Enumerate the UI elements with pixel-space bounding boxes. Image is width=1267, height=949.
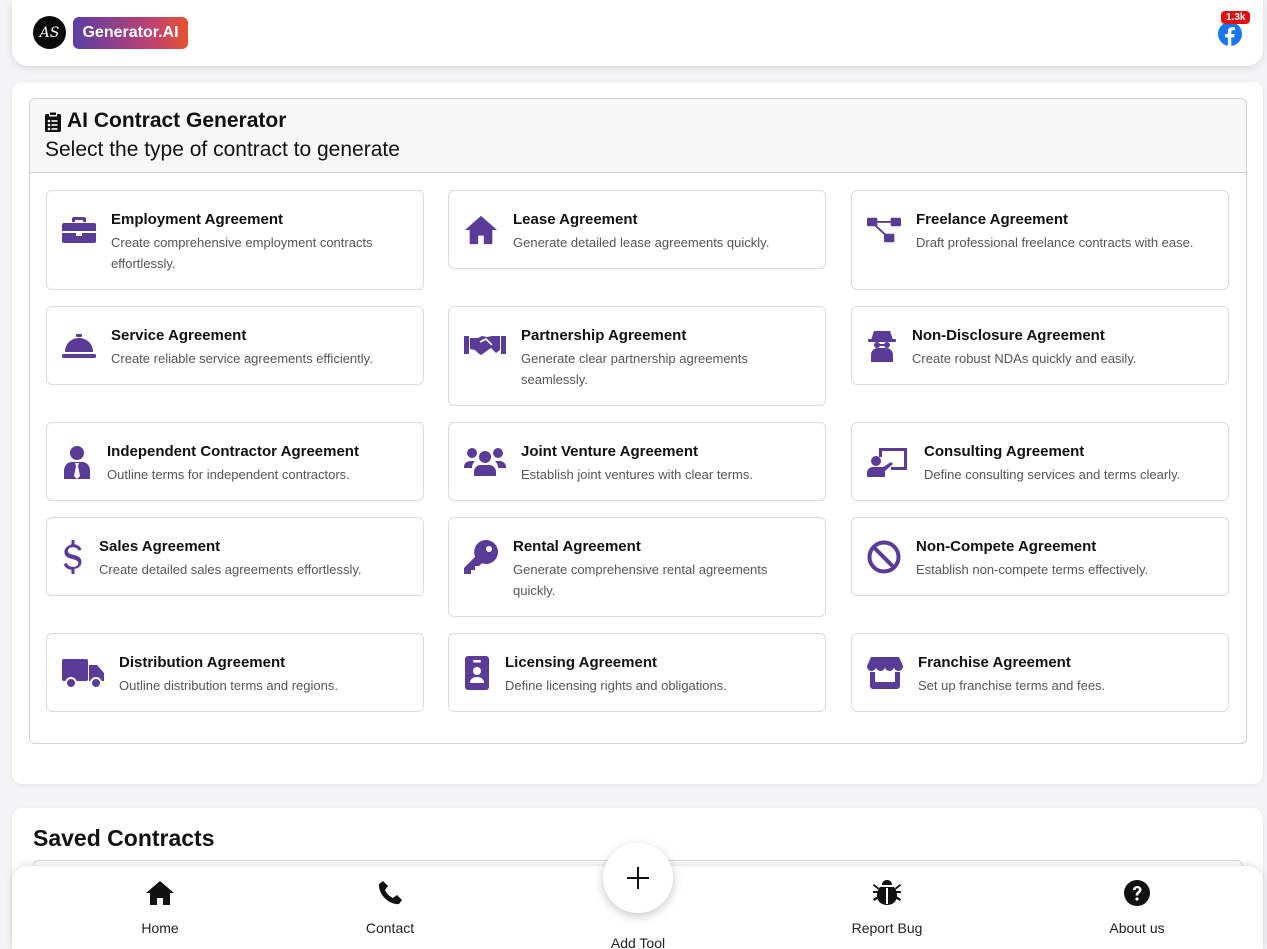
generator-header: AI Contract Generator Select the type of…	[30, 99, 1246, 173]
contract-card-employment[interactable]: Employment Agreement Create comprehensiv…	[46, 190, 424, 290]
nav-about[interactable]: About us	[1077, 880, 1197, 936]
contract-title: Partnership Agreement	[521, 327, 687, 344]
contract-card-lease[interactable]: Lease Agreement Generate detailed lease …	[448, 190, 826, 269]
house-icon	[464, 213, 498, 247]
facebook-count-badge: 1.3k	[1221, 11, 1251, 24]
user-tie-icon	[62, 445, 92, 479]
contract-title: Employment Agreement	[111, 211, 283, 228]
handshake-icon	[464, 329, 506, 363]
contract-description: Create reliable service agreements effic…	[111, 351, 373, 366]
nav-home[interactable]: Home	[100, 880, 220, 936]
contract-card-joint-venture[interactable]: Joint Venture Agreement Establish joint …	[448, 422, 826, 501]
id-badge-icon	[464, 656, 490, 690]
contract-description: Generate detailed lease agreements quick…	[513, 235, 770, 250]
user-secret-icon	[867, 329, 897, 363]
home-icon	[146, 881, 174, 905]
contract-description: Outline terms for independent contractor…	[107, 467, 350, 482]
contract-description: Establish non-compete terms effectively.	[916, 562, 1149, 577]
contract-description: Establish joint ventures with clear term…	[521, 467, 753, 482]
question-circle-icon	[1124, 880, 1150, 906]
store-icon	[867, 656, 903, 690]
contract-description: Generate clear partnership agreements se…	[521, 351, 748, 387]
generator-title-text: AI Contract Generator	[67, 109, 287, 132]
nav-report-bug-label: Report Bug	[851, 920, 923, 936]
users-icon	[464, 445, 506, 479]
bug-icon	[873, 880, 901, 905]
contract-description: Create robust NDAs quickly and easily.	[912, 351, 1137, 366]
contract-card-freelance[interactable]: Freelance Agreement Draft professional f…	[851, 190, 1229, 290]
contract-title: Consulting Agreement	[924, 443, 1085, 460]
add-tool-button[interactable]	[603, 843, 673, 913]
contract-title: Lease Agreement	[513, 211, 638, 228]
brand-button[interactable]: Generator.AI	[73, 17, 188, 49]
clipboard-list-icon	[45, 112, 61, 132]
contract-card-licensing[interactable]: Licensing Agreement Define licensing rig…	[448, 633, 826, 712]
contract-card-rental[interactable]: Rental Agreement Generate comprehensive …	[448, 517, 826, 617]
contract-title: Franchise Agreement	[918, 654, 1071, 671]
top-bar: AS Generator.AI 1.3k	[12, 0, 1263, 66]
nav-contact-label: Contact	[365, 920, 415, 936]
contract-description: Set up franchise terms and fees.	[918, 678, 1106, 693]
generator-subtitle: Select the type of contract to generate	[45, 138, 400, 161]
plus-icon	[627, 867, 649, 889]
nav-about-label: About us	[1109, 920, 1165, 936]
contract-card-distribution[interactable]: Distribution Agreement Outline distribut…	[46, 633, 424, 712]
contract-description: Draft professional freelance contracts w…	[916, 235, 1194, 250]
facebook-icon[interactable]	[1218, 22, 1242, 46]
bottom-nav: Home Contact Add Tool Report Bug About u…	[12, 843, 1263, 949]
sitemap-icon	[867, 213, 901, 247]
briefcase-icon	[62, 213, 96, 247]
avatar[interactable]: AS	[33, 16, 66, 49]
contract-title: Independent Contractor Agreement	[107, 443, 359, 460]
truck-icon	[62, 656, 104, 690]
contract-title: Distribution Agreement	[119, 654, 286, 671]
add-tool-label: Add Tool	[610, 935, 666, 949]
contract-description: Create comprehensive employment contract…	[111, 235, 373, 271]
saved-contracts-title: Saved Contracts	[33, 825, 215, 851]
contract-title: Licensing Agreement	[505, 654, 657, 671]
chalkboard-teacher-icon	[867, 445, 909, 479]
concierge-bell-icon	[62, 329, 96, 363]
generator-panel: AI Contract Generator Select the type of…	[29, 98, 1247, 744]
nav-report-bug[interactable]: Report Bug	[827, 880, 947, 936]
contract-description: Create detailed sales agreements effortl…	[99, 562, 362, 577]
ban-icon	[867, 540, 901, 574]
contract-title: Service Agreement	[111, 327, 247, 344]
dollar-sign-icon	[62, 540, 84, 574]
generator-title: AI Contract Generator	[45, 108, 1231, 134]
contract-card-independent-contractor[interactable]: Independent Contractor Agreement Outline…	[46, 422, 424, 501]
nav-home-label: Home	[141, 920, 179, 936]
contract-title: Non-Disclosure Agreement	[912, 327, 1105, 344]
contract-description: Generate comprehensive rental agreements…	[513, 562, 768, 598]
contract-card-sales[interactable]: Sales Agreement Create detailed sales ag…	[46, 517, 424, 596]
contract-card-franchise[interactable]: Franchise Agreement Set up franchise ter…	[851, 633, 1229, 712]
contract-title: Non-Compete Agreement	[916, 538, 1097, 555]
contract-title: Sales Agreement	[99, 538, 221, 555]
contract-card-non-compete[interactable]: Non-Compete Agreement Establish non-comp…	[851, 517, 1229, 596]
contract-card-partnership[interactable]: Partnership Agreement Generate clear par…	[448, 306, 826, 406]
contract-title: Freelance Agreement	[916, 211, 1069, 228]
generator-card: AI Contract Generator Select the type of…	[12, 82, 1263, 784]
contract-card-service[interactable]: Service Agreement Create reliable servic…	[46, 306, 424, 385]
contract-description: Define licensing rights and obligations.	[505, 678, 727, 693]
phone-icon	[378, 881, 402, 905]
contract-title: Rental Agreement	[513, 538, 641, 555]
contract-description: Outline distribution terms and regions.	[119, 678, 338, 693]
contract-card-nda[interactable]: Non-Disclosure Agreement Create robust N…	[851, 306, 1229, 385]
contract-title: Joint Venture Agreement	[521, 443, 698, 460]
contract-card-consulting[interactable]: Consulting Agreement Define consulting s…	[851, 422, 1229, 501]
contract-description: Define consulting services and terms cle…	[924, 467, 1181, 482]
key-icon	[464, 540, 498, 574]
nav-contact[interactable]: Contact	[330, 880, 450, 936]
